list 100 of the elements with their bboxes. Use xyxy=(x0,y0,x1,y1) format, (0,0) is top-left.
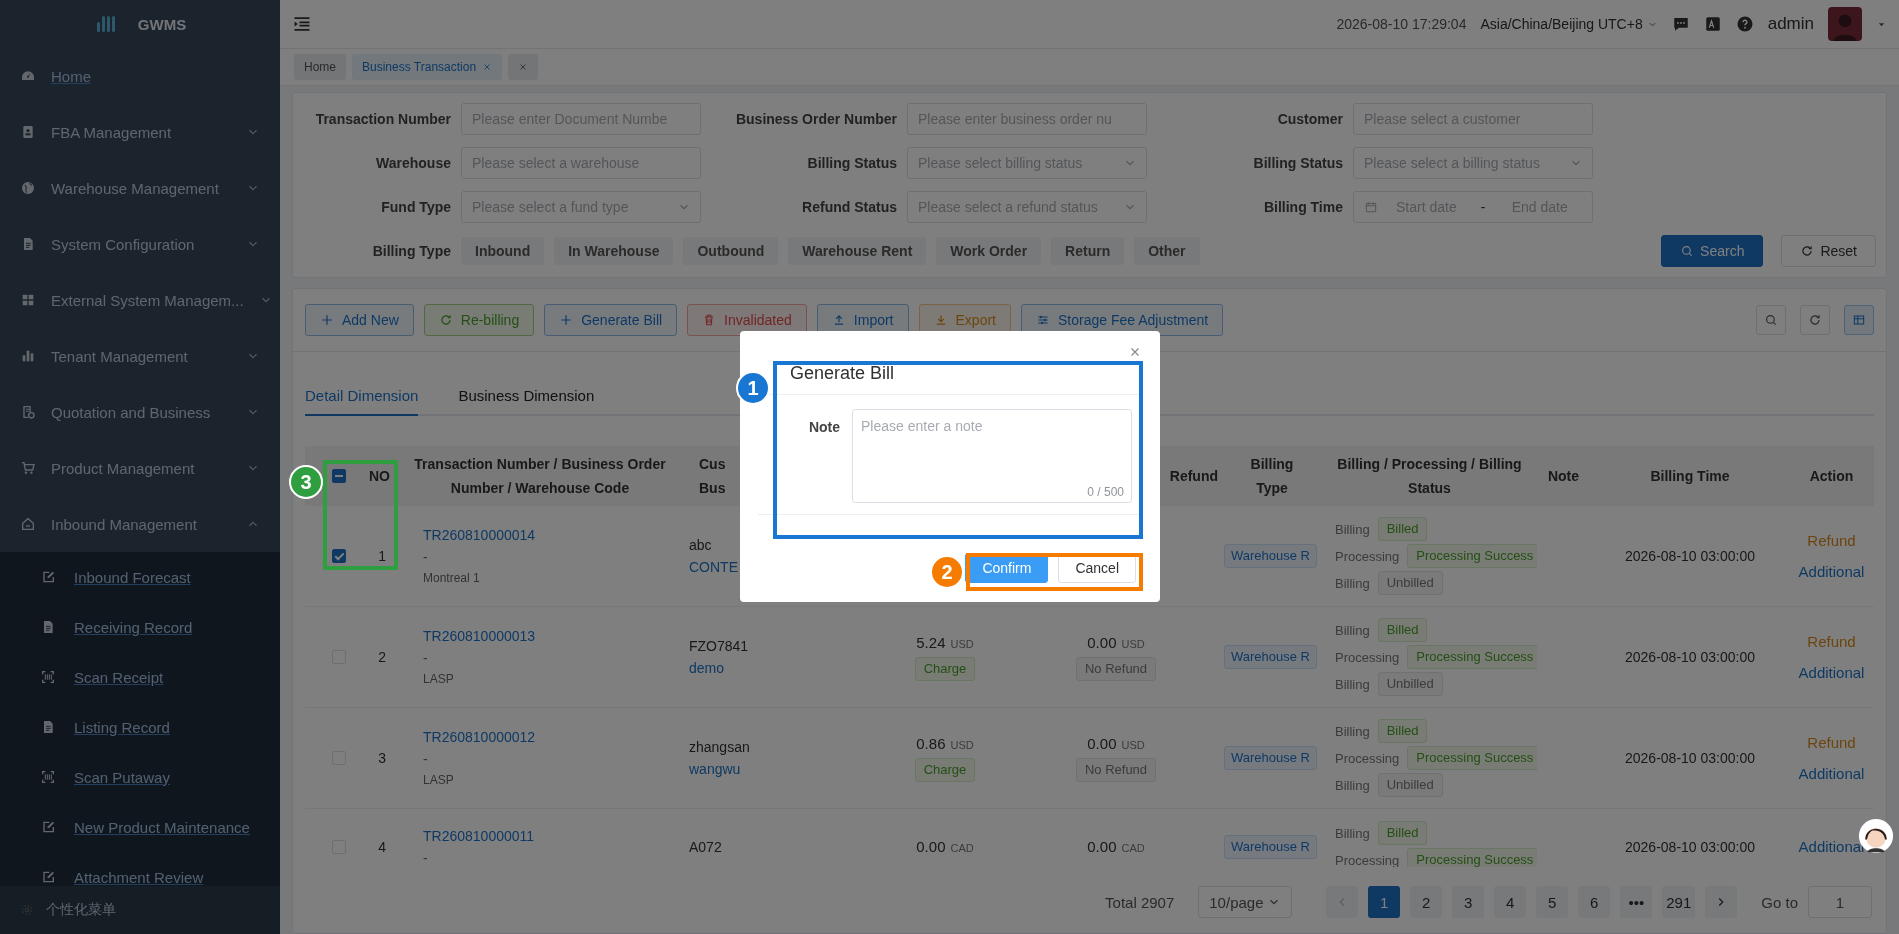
search-icon xyxy=(1764,313,1778,327)
billing-type-tag: Warehouse R xyxy=(1224,544,1317,568)
reset-button[interactable]: Reset xyxy=(1781,235,1876,267)
sidebar-subitem[interactable]: Listing Record xyxy=(0,702,280,752)
search-icon xyxy=(1680,244,1695,258)
sidebar-subitem[interactable]: Attachment Review xyxy=(0,852,280,886)
status-label: Billing xyxy=(1335,622,1370,638)
action-link[interactable]: Refund xyxy=(1807,633,1856,650)
filter-chip[interactable]: Warehouse Rent xyxy=(788,237,927,265)
sidebar-subitem[interactable]: New Product Maintenance xyxy=(0,802,280,852)
sidebar-item[interactable]: Inbound Management xyxy=(0,496,280,552)
business-link[interactable]: demo xyxy=(689,660,725,676)
business-link[interactable]: CONTE xyxy=(689,559,738,575)
filter-chip[interactable]: Inbound xyxy=(461,237,545,265)
column-header: Refund xyxy=(1169,467,1218,486)
search-button[interactable] xyxy=(1756,305,1786,335)
filter-chip[interactable]: Other xyxy=(1134,237,1200,265)
customer-name: A072 xyxy=(689,838,722,855)
transaction-link[interactable]: TR260810000013 xyxy=(423,628,536,644)
refund-tag: No Refund xyxy=(1075,757,1157,782)
page-button[interactable]: 6 xyxy=(1578,886,1611,918)
status-label: Billing xyxy=(1335,723,1370,739)
page-tab[interactable]: Business Transaction xyxy=(352,54,503,80)
action-link[interactable]: Additional xyxy=(1798,563,1865,580)
toolbar-button[interactable]: Storage Fee Adjustment xyxy=(1021,304,1224,336)
page-button[interactable]: 3 xyxy=(1452,886,1485,918)
refresh-icon xyxy=(1808,313,1822,327)
menu-icon[interactable] xyxy=(292,14,312,34)
user-name[interactable]: admin xyxy=(1767,14,1814,34)
sidebar-item[interactable]: Product Management xyxy=(0,440,280,496)
page-tab[interactable]: Home xyxy=(294,54,346,80)
scan-icon xyxy=(40,769,56,785)
currency: CAD xyxy=(1121,842,1145,854)
toolbar-button[interactable]: Add New xyxy=(305,304,414,336)
page-button[interactable]: 5 xyxy=(1536,886,1569,918)
help-icon[interactable] xyxy=(1735,15,1754,33)
search-button[interactable]: Search xyxy=(1661,235,1764,267)
refresh-button[interactable] xyxy=(1800,305,1830,335)
page-button[interactable]: 4 xyxy=(1494,886,1527,918)
customer-name: abc xyxy=(689,537,712,553)
fee-tag: Charge xyxy=(914,757,976,782)
action-link[interactable]: Additional xyxy=(1798,765,1865,782)
next-page-button[interactable] xyxy=(1705,886,1738,918)
business-link[interactable]: wangwu xyxy=(689,761,741,777)
filter-chip[interactable]: Return xyxy=(1051,237,1125,265)
page-button[interactable]: 1 xyxy=(1368,886,1401,918)
status-tag: Billed xyxy=(1377,618,1428,642)
business-order-number: - xyxy=(423,849,428,866)
sidebar-item[interactable]: System Configuration xyxy=(0,216,280,272)
sidebar-subitem[interactable]: Scan Putaway xyxy=(0,752,280,802)
filter-chip[interactable]: Work Order xyxy=(936,237,1042,265)
page-button[interactable]: 2 xyxy=(1410,886,1443,918)
sidebar-item[interactable]: External System Managem... xyxy=(0,272,280,328)
column-settings-button[interactable] xyxy=(1844,305,1874,335)
action-link[interactable]: Refund xyxy=(1807,532,1856,549)
column-header: Billing Time xyxy=(1650,467,1730,486)
field-label: Customer xyxy=(1276,111,1344,127)
tab[interactable]: Detail Dimension xyxy=(305,387,419,416)
page-number-field[interactable]: 1 xyxy=(1808,886,1872,918)
toolbar-button[interactable]: Invalidated xyxy=(687,304,807,336)
filter-chip[interactable]: In Warehouse xyxy=(554,237,674,265)
sidebar-item[interactable]: Tenant Management xyxy=(0,328,280,384)
translate-icon[interactable] xyxy=(1703,15,1722,33)
page-size-select[interactable]: 10/page xyxy=(1198,886,1293,918)
warehouse-code: Montreal 1 xyxy=(423,571,480,585)
sidebar-item[interactable]: Home xyxy=(0,48,280,104)
toolbar-button[interactable]: Re-billing xyxy=(423,304,535,336)
action-link[interactable]: Additional xyxy=(1798,838,1865,855)
status-tag: Processing Success xyxy=(1407,848,1537,867)
sidebar-subitem[interactable]: Scan Receipt xyxy=(0,652,280,702)
currency: USD xyxy=(950,637,974,650)
page-button[interactable]: ••• xyxy=(1620,886,1653,918)
sidebar-subitem[interactable]: Inbound Forecast xyxy=(0,552,280,602)
status-label: Processing xyxy=(1335,852,1400,867)
sidebar-item[interactable]: Quotation and Business xyxy=(0,384,280,440)
page-button[interactable]: 291 xyxy=(1662,886,1696,918)
toolbar-button[interactable]: Generate Bill xyxy=(544,304,678,336)
sidebar-item[interactable]: FBA Management xyxy=(0,104,280,160)
row-checkbox[interactable] xyxy=(332,549,346,563)
transaction-link[interactable]: TR260810000014 xyxy=(423,527,536,543)
action-link[interactable]: Refund xyxy=(1807,734,1856,751)
select-all-checkbox[interactable] xyxy=(332,469,346,483)
refresh-icon xyxy=(1800,244,1815,258)
billing-type-tag: Warehouse R xyxy=(1224,834,1317,859)
tab[interactable]: Business Dimension xyxy=(458,387,595,416)
transaction-link[interactable]: TR260810000011 xyxy=(423,827,535,844)
billing-type-tag: Warehouse R xyxy=(1224,746,1317,770)
chat-icon[interactable] xyxy=(1671,15,1690,33)
action-link[interactable]: Additional xyxy=(1798,664,1865,681)
sidebar-item[interactable]: Warehouse Management xyxy=(0,160,280,216)
goto-label: Go to xyxy=(1761,893,1798,911)
column-header: Action xyxy=(1809,467,1854,486)
customize-menu-button[interactable]: 个性化菜单 xyxy=(0,886,280,934)
transaction-link[interactable]: TR260810000012 xyxy=(423,729,536,745)
sidebar-subitem[interactable]: Receiving Record xyxy=(0,602,280,652)
field-label: Billing Status xyxy=(806,155,898,171)
filter-chip[interactable]: Outbound xyxy=(683,237,779,265)
field-label: Business Order Number xyxy=(734,111,898,127)
amount: 0.00 xyxy=(916,838,946,855)
timezone-select[interactable]: Asia/China/Beijing UTC+8 xyxy=(1480,16,1658,32)
